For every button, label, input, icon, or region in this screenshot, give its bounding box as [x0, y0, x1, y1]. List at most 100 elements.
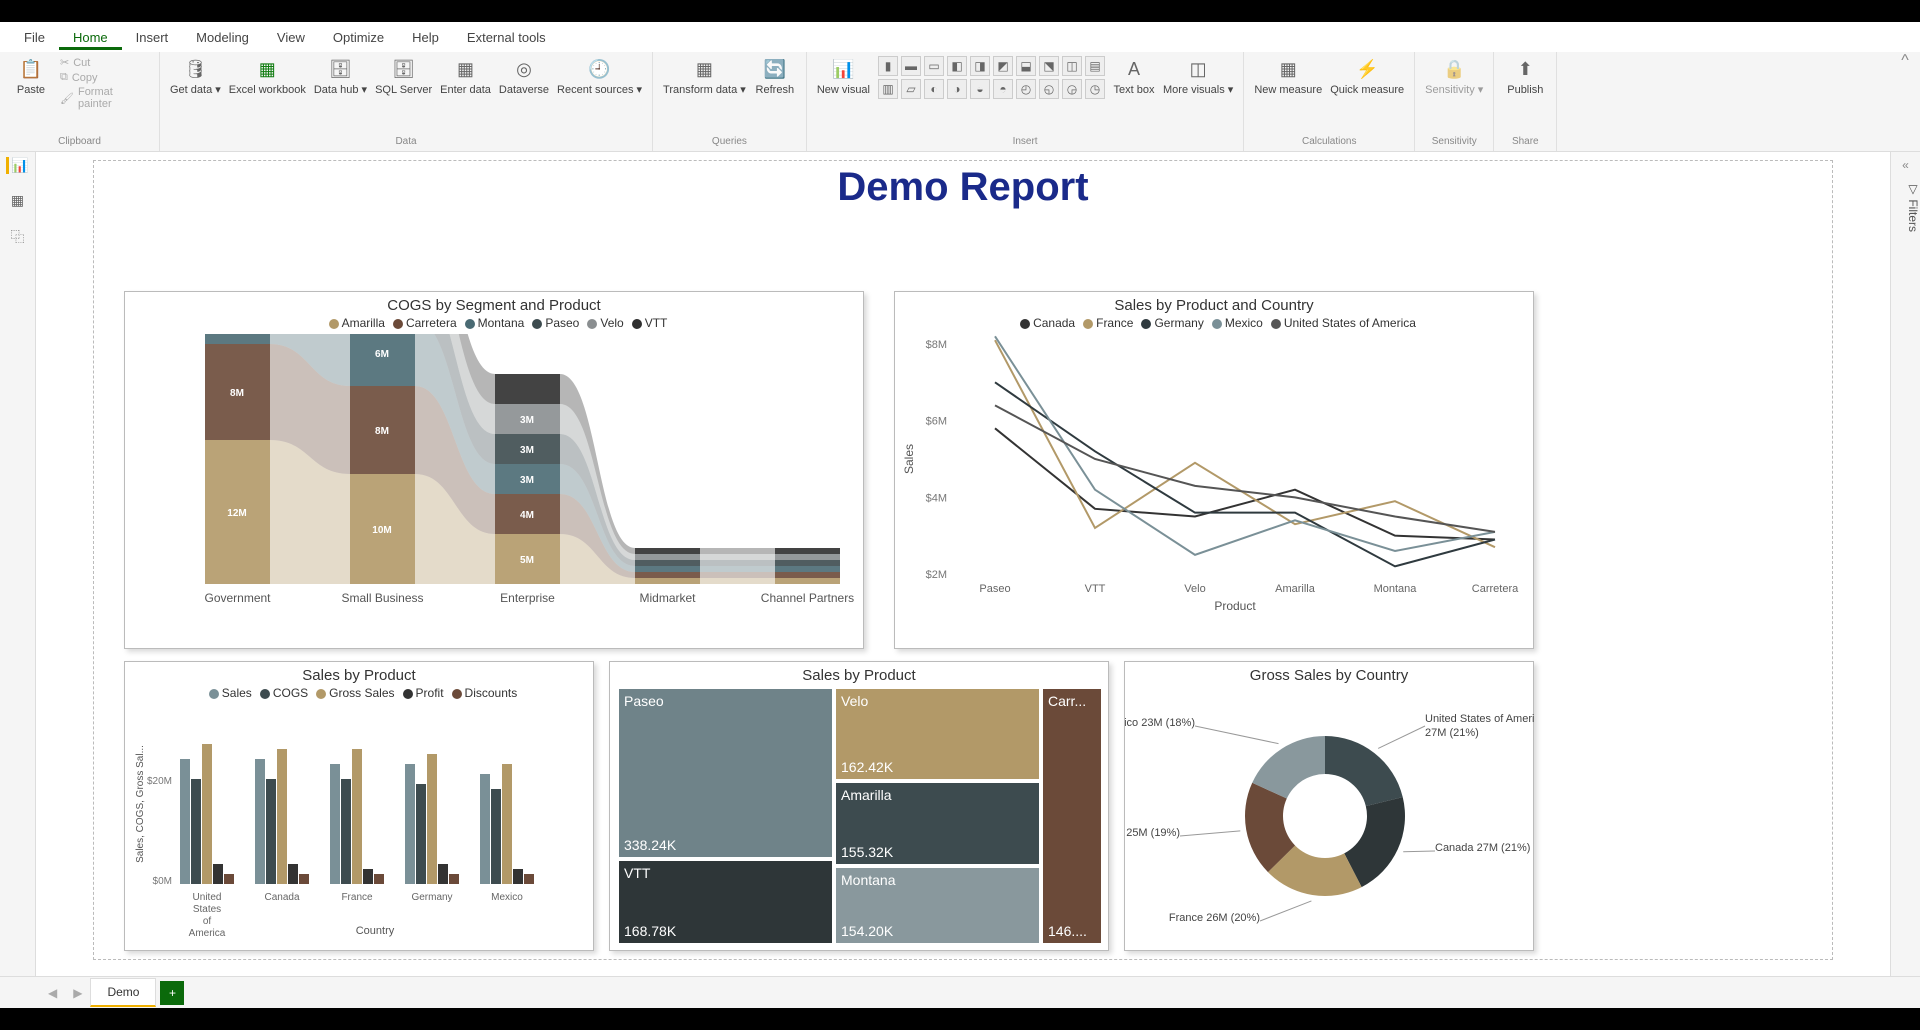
svg-text:Velo: Velo [841, 693, 868, 709]
svg-text:$8M: $8M [926, 339, 947, 351]
text-box-button[interactable]: AText box [1113, 56, 1155, 97]
menu-insert[interactable]: Insert [122, 25, 183, 50]
viz-gross-sales-country[interactable]: Gross Sales by Country United States of … [1124, 661, 1534, 951]
page-tab[interactable]: Demo [90, 978, 156, 1007]
viz-type-icon[interactable]: ▭ [924, 56, 944, 76]
menu-view[interactable]: View [263, 25, 319, 50]
svg-text:168.78K: 168.78K [624, 923, 677, 939]
viz-type-icon[interactable]: ◩ [993, 56, 1013, 76]
add-page-button[interactable]: + [160, 981, 184, 1005]
paste-button[interactable]: 📋Paste [10, 56, 52, 97]
viz-type-icon[interactable]: ◷ [1085, 79, 1105, 99]
cut-icon: ✂ [60, 56, 69, 69]
viz-cogs-segment-product[interactable]: COGS by Segment and Product AmarillaCarr… [124, 291, 864, 649]
menu-modeling[interactable]: Modeling [182, 25, 263, 50]
group-label-data: Data [395, 134, 416, 147]
copy-icon: ⧉ [60, 71, 68, 84]
svg-text:Mexico 23M (18%): Mexico 23M (18%) [1125, 717, 1195, 729]
report-canvas[interactable]: Demo Report COGS by Segment and Product … [36, 152, 1890, 976]
svg-text:27M (21%): 27M (21%) [1425, 727, 1479, 739]
viz-type-icon[interactable]: ◴ [1016, 79, 1036, 99]
get-data-button[interactable]: 🛢Get data ▾ [170, 56, 221, 97]
collapse-pane-button[interactable]: « [1891, 152, 1920, 172]
new-measure-button[interactable]: ▦New measure [1254, 56, 1322, 97]
cut-button[interactable]: ✂Cut [60, 56, 149, 69]
viz-type-icon[interactable]: ▬ [901, 56, 921, 76]
model-view-button[interactable]: ⿻ [11, 227, 25, 247]
excel-workbook-button[interactable]: ▦Excel workbook [229, 56, 306, 97]
report-page[interactable]: Demo Report COGS by Segment and Product … [93, 160, 1833, 960]
svg-text:338.24K: 338.24K [624, 837, 677, 853]
menu-external-tools[interactable]: External tools [453, 25, 560, 50]
viz-type-icon[interactable]: ▤ [1085, 56, 1105, 76]
viz-title: Gross Sales by Country [1125, 662, 1533, 686]
refresh-button[interactable]: 🔄Refresh [754, 56, 796, 97]
svg-text:$6M: $6M [926, 416, 947, 428]
svg-text:Amarilla: Amarilla [1275, 583, 1316, 595]
new-visual-button[interactable]: 📊New visual [817, 56, 870, 97]
viz-type-icon[interactable]: ▱ [901, 79, 921, 99]
viz-type-icon[interactable]: ⬓ [1016, 56, 1036, 76]
viz-sales-product-country[interactable]: Sales by Product and Country CanadaFranc… [894, 291, 1534, 649]
dataverse-button[interactable]: ◎Dataverse [499, 56, 549, 97]
viz-type-icon[interactable]: ◐ [924, 79, 944, 99]
sensitivity-button[interactable]: 🔒Sensitivity ▾ [1425, 56, 1483, 97]
menu-help[interactable]: Help [398, 25, 453, 50]
svg-text:3M: 3M [520, 415, 534, 426]
copy-button[interactable]: ⧉Copy [60, 71, 149, 84]
filters-pane-label[interactable]: ▽ Filters [1891, 182, 1920, 232]
quick-measure-button[interactable]: ⚡Quick measure [1330, 56, 1404, 97]
svg-text:3M: 3M [520, 445, 534, 456]
viz-type-icon[interactable]: ◶ [1062, 79, 1082, 99]
right-rail: « ▽ Filters [1890, 152, 1920, 976]
viz-type-icon[interactable]: ◧ [947, 56, 967, 76]
viz-title: Sales by Product and Country [895, 292, 1533, 316]
viz-title: Sales by Product [610, 662, 1108, 686]
viz-type-icon[interactable]: ▮ [878, 56, 898, 76]
viz-title: Sales by Product [125, 662, 593, 686]
page-tab-bar: ◀ ▶ Demo + [0, 976, 1920, 1008]
svg-text:France: France [341, 892, 373, 903]
viz-type-icon[interactable]: ◒ [970, 79, 990, 99]
viz-type-icon[interactable]: ◫ [1062, 56, 1082, 76]
viz-sales-by-product-bar[interactable]: Sales by Product SalesCOGSGross SalesPro… [124, 661, 594, 951]
sql-server-button[interactable]: 🗄SQL Server [375, 56, 432, 97]
data-hub-button[interactable]: 🗄Data hub ▾ [314, 56, 367, 97]
svg-text:Mexico: Mexico [491, 892, 523, 903]
ribbon-collapse-button[interactable]: ^ [1890, 52, 1920, 151]
next-page-button[interactable]: ▶ [65, 986, 90, 1000]
viz-type-icon[interactable]: ▥ [878, 79, 898, 99]
more-visuals-button[interactable]: ◫More visuals ▾ [1163, 56, 1233, 97]
prev-page-button[interactable]: ◀ [40, 986, 65, 1000]
brush-icon: 🖌 [60, 92, 74, 105]
svg-text:8M: 8M [375, 426, 389, 437]
recent-sources-button[interactable]: 🕘Recent sources ▾ [557, 56, 642, 97]
viz-type-icon[interactable]: ◨ [970, 56, 990, 76]
svg-text:Country: Country [356, 925, 395, 937]
viz-type-icon[interactable]: ◓ [993, 79, 1013, 99]
svg-text:Paseo: Paseo [624, 693, 664, 709]
viz-type-icon[interactable]: ◑ [947, 79, 967, 99]
enter-data-button[interactable]: ▦Enter data [440, 56, 491, 97]
viz-type-icon[interactable]: ◵ [1039, 79, 1059, 99]
viz-sales-by-product-treemap[interactable]: Sales by Product Paseo338.24KVTT168.78KV… [609, 661, 1109, 951]
group-label-share: Share [1512, 134, 1539, 147]
report-view-button[interactable]: 📊 [6, 157, 28, 174]
transform-data-button[interactable]: ▦Transform data ▾ [663, 56, 746, 97]
menu-optimize[interactable]: Optimize [319, 25, 398, 50]
format-painter-button[interactable]: 🖌Format painter [60, 86, 149, 110]
viz-gallery[interactable]: ▮▬▭◧◨◩⬓⬔◫▤ ▥▱◐◑◒◓◴◵◶◷ [878, 56, 1105, 99]
menu-file[interactable]: File [10, 25, 59, 50]
svg-text:146....: 146.... [1048, 923, 1087, 939]
viz-type-icon[interactable]: ⬔ [1039, 56, 1059, 76]
svg-text:$0M: $0M [153, 876, 172, 887]
svg-text:United States of America: United States of America [1425, 713, 1535, 725]
menu-home[interactable]: Home [59, 25, 122, 50]
svg-text:Product: Product [1214, 599, 1256, 613]
data-view-button[interactable]: ▦ [11, 192, 24, 209]
report-title[interactable]: Demo Report [94, 165, 1832, 210]
publish-button[interactable]: ⬆Publish [1504, 56, 1546, 97]
svg-text:Enterprise: Enterprise [500, 591, 555, 605]
left-nav-rail: 📊 ▦ ⿻ [0, 152, 36, 976]
svg-text:Montana: Montana [841, 872, 896, 888]
